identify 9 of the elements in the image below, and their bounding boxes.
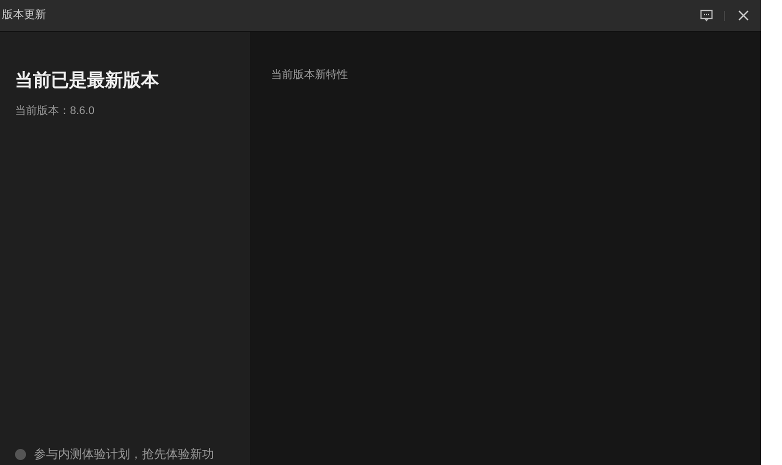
- beta-checkbox[interactable]: [15, 448, 26, 460]
- close-icon: [738, 10, 748, 21]
- features-title: 当前版本新特性: [271, 68, 349, 83]
- beta-label: 参与内测体验计划，抢先体验新功: [34, 446, 214, 463]
- version-text: 当前版本：8.6.0: [15, 104, 96, 119]
- feedback-button[interactable]: [698, 8, 714, 24]
- window-title: 版本更新: [2, 8, 46, 24]
- status-heading: 当前已是最新版本: [15, 69, 160, 92]
- chat-icon: [700, 9, 712, 22]
